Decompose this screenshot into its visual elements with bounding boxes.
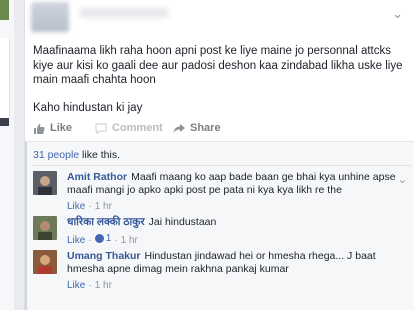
left-card xyxy=(0,38,10,118)
post-card: ⌄ Maafinaama likh raha hoon apni post ke… xyxy=(24,0,414,310)
post-header: ⌄ xyxy=(25,0,414,34)
comment-meta: Like · 1 · 1 hr xyxy=(67,232,138,246)
thumbs-up-icon xyxy=(94,234,104,243)
comment-body: Umang Thakur Hindustan jindawad hei or hm… xyxy=(67,250,397,292)
comment-time[interactable]: 1 hr xyxy=(95,201,112,212)
comment-like-button[interactable]: Like xyxy=(67,201,85,212)
share-label: Share xyxy=(190,122,221,134)
likes-count-link[interactable]: 31 people xyxy=(33,149,79,161)
comment-meta: Like · 1 hr xyxy=(67,201,112,212)
post-text-line1: Maafinaama likh raha hoon apni post ke l… xyxy=(33,45,403,86)
comment-meta: Like · 1 hr xyxy=(67,280,112,291)
avatar-image xyxy=(33,250,57,274)
comment-author[interactable]: धारिका लक्की ठाकुर xyxy=(67,216,145,228)
like-label: Like xyxy=(50,122,73,134)
comment-author[interactable]: Umang Thakur xyxy=(67,250,141,262)
thumbs-up-icon xyxy=(34,123,45,134)
comment-time[interactable]: 1 hr xyxy=(121,235,138,246)
divider xyxy=(31,165,411,166)
post-actions: Like Comment Share xyxy=(33,122,405,138)
author-name-blurred xyxy=(79,8,169,18)
comment-like-button[interactable]: Like xyxy=(67,280,85,291)
like-button[interactable]: Like xyxy=(33,122,72,134)
left-thumbnail[interactable] xyxy=(0,0,9,20)
comment-body: धारिका लक्की ठाकुर Jai hindustaan Like · 1 ·… xyxy=(67,216,397,247)
left-thumbnail-secondary[interactable] xyxy=(0,118,9,126)
comment-label: Comment xyxy=(112,122,163,134)
chevron-down-icon[interactable]: ⌄ xyxy=(398,173,407,186)
comment-body: Amit Rathor Maafi maang ko aap bade baan … xyxy=(67,171,397,213)
likes-suffix: like this. xyxy=(79,149,120,161)
avatar[interactable] xyxy=(33,216,57,240)
comments-section: 31 people like this. Amit Rathor Maafi ma… xyxy=(25,142,414,310)
comment-like-button[interactable]: Like xyxy=(67,235,85,246)
author-avatar[interactable] xyxy=(31,2,69,32)
comment-text: Jai hindustaan xyxy=(148,216,217,228)
post-text-line2: Kaho hindustan ki jay xyxy=(33,101,143,114)
post-body: Maafinaama likh raha hoon apni post ke l… xyxy=(33,44,405,115)
chevron-down-icon[interactable]: ⌄ xyxy=(392,6,403,22)
share-arrow-icon xyxy=(173,123,185,133)
comment-like-count-value: 1 xyxy=(105,233,112,244)
avatar[interactable] xyxy=(33,171,57,195)
share-button[interactable]: Share xyxy=(173,122,221,134)
likes-summary: 31 people like this. xyxy=(33,149,120,161)
comment-button[interactable]: Comment xyxy=(95,122,414,134)
avatar-image xyxy=(33,216,57,240)
comment-time[interactable]: 1 hr xyxy=(95,280,112,291)
comment-bubble-icon xyxy=(95,123,107,134)
comment-like-count[interactable]: 1 xyxy=(94,232,112,245)
comment-author[interactable]: Amit Rathor xyxy=(67,171,127,183)
avatar-image xyxy=(33,171,57,195)
avatar[interactable] xyxy=(33,250,57,274)
